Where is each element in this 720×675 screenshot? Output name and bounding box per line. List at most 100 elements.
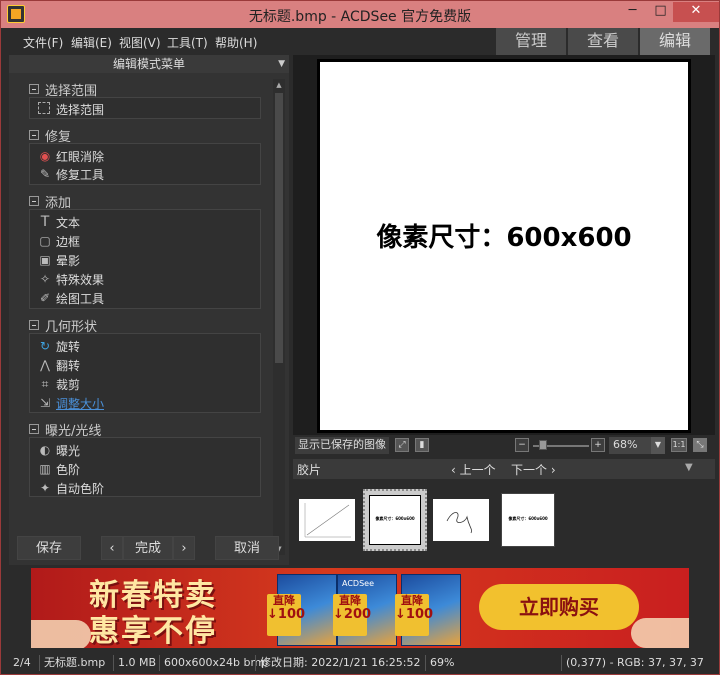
thumbnail-caption: 像素尺寸：600x600	[375, 516, 415, 521]
section-box-add: T 文本 ▢ 边框 ▣ 晕影 ✧ 特殊效果 ✐ 绘图工具	[29, 209, 261, 309]
edit-mode-menu-header[interactable]: 编辑模式菜单 ▼	[9, 55, 289, 73]
next-step-button[interactable]: ›	[173, 536, 195, 560]
brand-label: ACDSee	[342, 579, 374, 588]
price-value: ↓100	[395, 607, 434, 622]
menu-edit[interactable]: 编辑(E)	[71, 34, 112, 51]
thumbnail-selected[interactable]: 像素尺寸：600x600	[363, 489, 427, 551]
done-button[interactable]: 完成	[123, 536, 173, 560]
tool-label: 翻转	[56, 359, 81, 373]
tool-label: 自动色阶	[56, 482, 105, 496]
maximize-button[interactable]: □	[647, 2, 674, 22]
status-dimensions: 600x600x24b bmp	[159, 655, 268, 671]
edit-mode-menu-title: 编辑模式菜单	[112, 57, 185, 71]
section-box-geometry: ↻ 旋转 ⋀ 翻转 ⌗ 裁剪 ⇲ 调整大小	[29, 333, 261, 413]
exposure-icon: ◐	[39, 443, 51, 457]
filmstrip-header: 胶片 ‹ 上一个 下一个 › ▼	[293, 459, 715, 479]
crop-icon: ⌗	[41, 377, 49, 391]
chevron-down-icon[interactable]: ▼	[651, 437, 665, 454]
status-index: 2/4	[13, 656, 31, 669]
selection-icon	[38, 102, 50, 114]
zoom-slider-handle[interactable]	[539, 440, 547, 450]
view-toolbar: 显示已保存的图像 ⤢ ▮ − + 68% ▼ 1:1 ⤡	[293, 435, 715, 457]
status-filename: 无标题.bmp	[39, 655, 105, 671]
price-label: 直降	[273, 594, 295, 607]
menu-file[interactable]: 文件(F)	[23, 34, 63, 51]
zoom-select[interactable]: 68% ▼	[609, 437, 665, 454]
menu-bar: 文件(F) 编辑(E) 视图(V) 工具(T) 帮助(H) 管理 查看 编辑	[1, 28, 719, 55]
close-button[interactable]: ✕	[673, 2, 719, 22]
menu-tools[interactable]: 工具(T)	[167, 34, 208, 51]
collapse-icon[interactable]	[29, 196, 39, 206]
image-canvas[interactable]: 像素尺寸：600x600	[317, 59, 691, 433]
brush-icon: ✐	[39, 291, 51, 305]
section-box-exposure: ◐ 曝光 ▥ 色阶 ✦ 自动色阶	[29, 437, 261, 497]
filmstrip-prev-button[interactable]: ‹ 上一个	[451, 461, 496, 478]
histogram-icon[interactable]: ▮	[415, 438, 429, 452]
save-button[interactable]: 保存	[17, 536, 81, 560]
levels-icon: ▥	[39, 462, 51, 476]
app-window: 无标题.bmp - ACDSee 官方免费版 ─ □ ✕ 文件(F) 编辑(E)…	[0, 0, 720, 675]
eye-icon: ◉	[39, 149, 51, 163]
vignette-icon: ▣	[39, 253, 51, 267]
cloud-decoration	[31, 620, 91, 648]
status-pixel-info: (0,377) - RGB: 37, 37, 37	[561, 655, 704, 671]
collapse-icon[interactable]	[29, 84, 39, 94]
zoom-out-button[interactable]: −	[515, 438, 529, 452]
bandage-icon: ✎	[39, 167, 51, 181]
menu-view[interactable]: 视图(V)	[119, 34, 161, 51]
section-box-repair: ◉ 红眼消除 ✎ 修复工具	[29, 143, 261, 185]
show-saved-image-button[interactable]: 显示已保存的图像	[295, 437, 389, 454]
chevron-down-icon[interactable]: ▼	[685, 462, 693, 473]
tool-label: 绘图工具	[56, 292, 105, 306]
chevron-down-icon[interactable]: ▼	[278, 55, 285, 73]
zoom-value: 68%	[613, 438, 638, 451]
thumbnail-caption: 像素尺寸：600x600	[508, 516, 548, 521]
tool-label: 曝光	[56, 444, 81, 458]
fit-screen-icon[interactable]: ⤢	[395, 438, 409, 452]
buy-now-button[interactable]: 立即购买	[479, 584, 639, 630]
cancel-button[interactable]: 取消	[215, 536, 279, 560]
panel-scrollbar[interactable]: ▲ ▼	[273, 79, 285, 555]
thumbnail-scribble[interactable]	[433, 499, 489, 541]
tab-edit[interactable]: 编辑	[639, 28, 710, 55]
line-chart-thumbnail	[304, 503, 351, 538]
auto-levels-icon: ✦	[39, 481, 51, 495]
price-tag-2: 直降 ↓200	[333, 594, 372, 636]
price-value: ↓200	[333, 607, 372, 622]
flip-icon: ⋀	[40, 358, 50, 372]
filmstrip-label: 胶片	[297, 463, 322, 477]
promo-banner[interactable]: 新春特卖 惠享不停 直降 ↓100 ACDSee 直降 ↓200 直降 ↓100…	[31, 568, 689, 648]
thumbnail-text[interactable]: 像素尺寸：600x600	[501, 493, 555, 547]
border-icon: ▢	[39, 234, 51, 248]
thumbnail-chart[interactable]	[299, 499, 355, 541]
tool-label: 特殊效果	[56, 273, 105, 287]
status-zoom: 69%	[425, 655, 454, 671]
minimize-button[interactable]: ─	[619, 2, 646, 22]
actual-size-button[interactable]: 1:1	[671, 438, 687, 452]
tool-label: 调整大小	[56, 397, 105, 411]
rotate-icon: ↻	[39, 339, 51, 353]
tab-manage[interactable]: 管理	[495, 28, 566, 55]
filmstrip: 像素尺寸：600x600 像素尺寸：600x600	[293, 479, 715, 565]
edit-mode-panel: 编辑模式菜单 ▼ ▲ ▼ 选择范围 选择范围 修复 ◉ 红眼消除	[9, 55, 289, 565]
menu-help[interactable]: 帮助(H)	[215, 34, 257, 51]
collapse-icon[interactable]	[29, 320, 39, 330]
collapse-icon[interactable]	[29, 130, 39, 140]
filmstrip-next-button[interactable]: 下一个 ›	[511, 461, 556, 478]
fullscreen-icon[interactable]: ⤡	[693, 438, 707, 452]
canvas-text: 像素尺寸：600x600	[376, 223, 632, 253]
promo-subheadline: 惠享不停	[89, 614, 217, 648]
scroll-up-icon[interactable]: ▲	[273, 79, 285, 91]
tool-label: 晕影	[56, 254, 81, 268]
section-box-selection: 选择范围	[29, 97, 261, 119]
image-viewer[interactable]: 像素尺寸：600x600	[293, 55, 715, 435]
collapse-icon[interactable]	[29, 424, 39, 434]
status-bar: 2/4 无标题.bmp 1.0 MB 600x600x24b bmp 修改日期:…	[1, 652, 719, 674]
zoom-in-button[interactable]: +	[591, 438, 605, 452]
tool-label: 红眼消除	[56, 150, 105, 164]
scrollbar-thumb[interactable]	[275, 93, 283, 363]
prev-step-button[interactable]: ‹	[101, 536, 123, 560]
tool-label: 文本	[56, 216, 81, 230]
tab-view[interactable]: 查看	[567, 28, 638, 55]
price-tag-3: 直降 ↓100	[395, 594, 434, 636]
